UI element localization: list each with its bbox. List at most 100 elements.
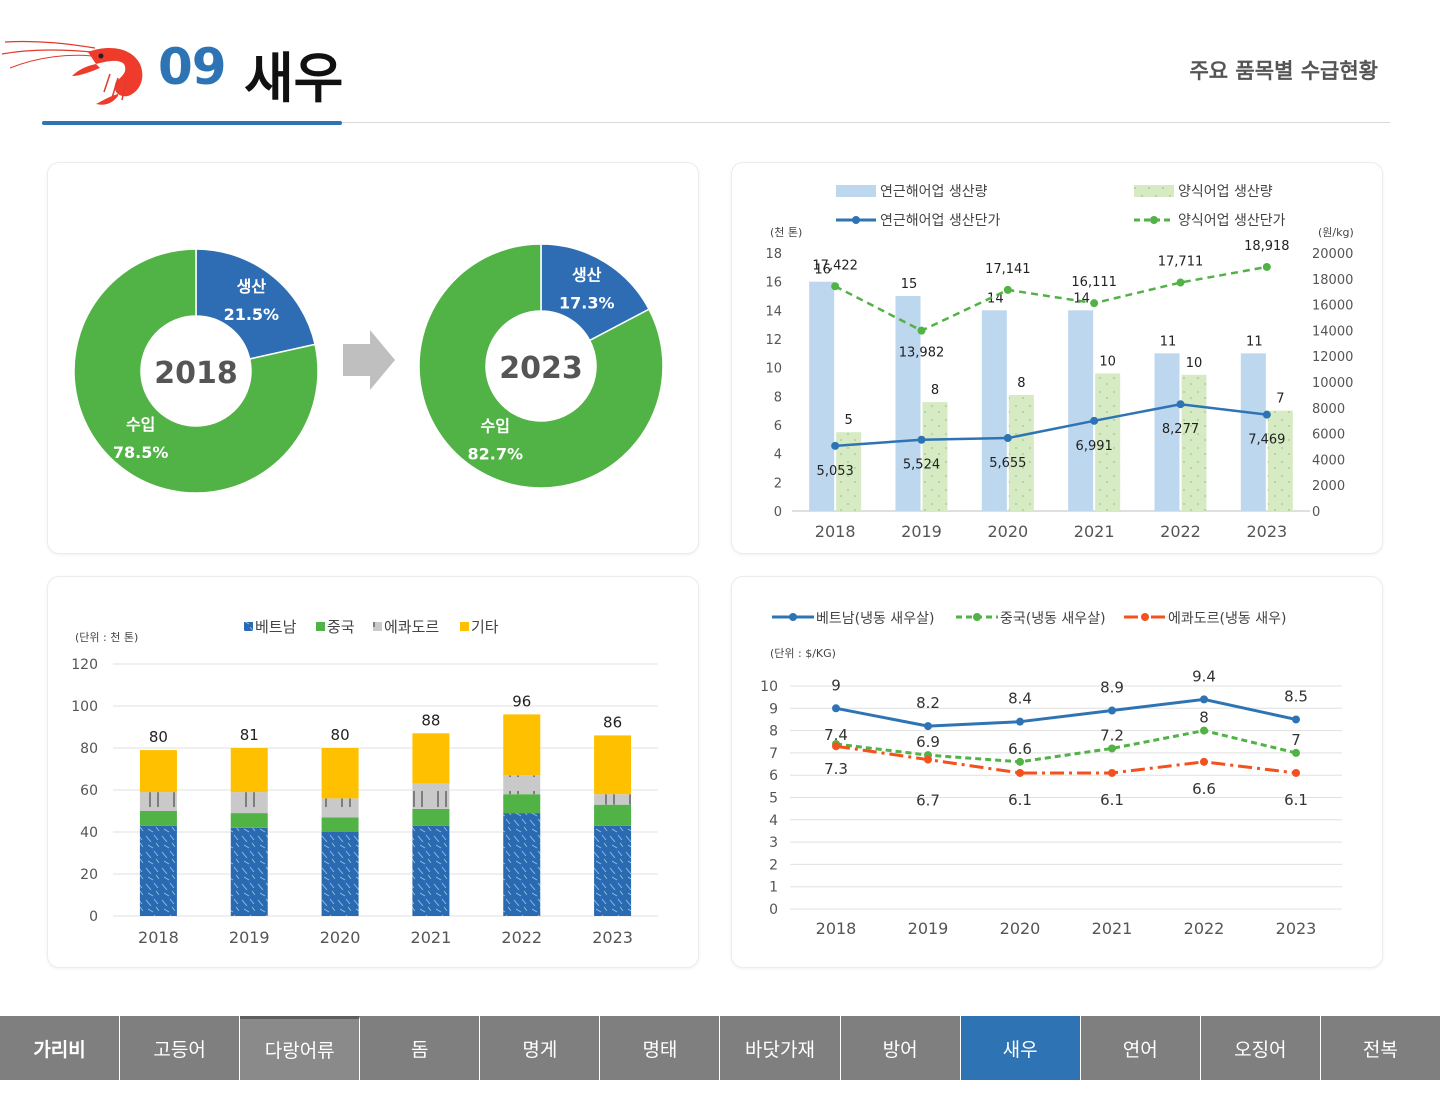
stack-segment-에콰도르 — [230, 792, 268, 814]
x-tick-label: 2019 — [901, 522, 942, 541]
label-coastal-price: 8,277 — [1162, 422, 1199, 437]
donut-label-value: 21.5% — [224, 305, 280, 324]
nav-tab-3[interactable]: 돔 — [360, 1016, 481, 1080]
bar-aquaculture — [1267, 410, 1293, 511]
bar-aquaculture — [922, 402, 948, 511]
y2-tick-label: 2000 — [1312, 479, 1345, 494]
legend-label: 연근해어업 생산단가 — [880, 213, 1000, 229]
nav-tab-2[interactable]: 다랑어류 — [240, 1016, 361, 1080]
point-coastal-price — [917, 435, 926, 444]
y-tick-label: 4 — [774, 448, 782, 463]
nav-tab-6[interactable]: 바닷가재 — [720, 1016, 841, 1080]
y-tick-label: 8 — [774, 390, 782, 405]
y-tick-label: 120 — [71, 657, 98, 673]
stack-segment-기타 — [412, 733, 450, 784]
donut-label-name: 생산 — [572, 265, 602, 284]
legend-label: 양식어업 생산단가 — [1178, 213, 1286, 229]
line-series-1 — [835, 729, 1297, 764]
shrimp-icon — [1, 40, 143, 105]
nav-tab-9[interactable]: 연어 — [1080, 1016, 1201, 1080]
bar-coastal — [895, 296, 921, 511]
y-tick-label: 8 — [769, 724, 778, 740]
y2-tick-label: 4000 — [1312, 453, 1345, 468]
y-tick-label: 10 — [765, 362, 782, 377]
y-tick-label: 14 — [765, 304, 782, 319]
page-header: 09 새우 주요 품목별 수급현황 — [0, 0, 1440, 130]
nav-tab-8[interactable]: 새우 — [960, 1016, 1081, 1080]
donut-2018: 생산 21.5% 수입 78.5% 2018 — [73, 248, 319, 494]
value-label-series-1: 7.2 — [1100, 726, 1124, 744]
label-aquaculture-price: 17,711 — [1158, 255, 1204, 270]
nav-tab-11[interactable]: 전복 — [1320, 1016, 1440, 1080]
stack-segment-기타 — [594, 735, 632, 795]
donut-2023: 생산 17.3% 수입 82.7% 2023 — [418, 243, 664, 489]
legend-marker — [852, 216, 860, 224]
right-axis-unit: (원/kg) — [1318, 226, 1354, 239]
x-tick-label: 2018 — [815, 522, 856, 541]
point-series-0 — [924, 722, 932, 731]
point-series-2 — [924, 755, 932, 764]
point-series-0 — [1200, 695, 1208, 704]
y-tick-label: 6 — [769, 768, 778, 784]
stack-segment-베트남 — [594, 825, 632, 916]
bar-label-coastal: 15 — [901, 277, 918, 292]
y-tick-label: 5 — [769, 791, 778, 807]
value-label-series-0: 8.4 — [1008, 690, 1032, 708]
stack-segment-중국 — [321, 817, 359, 832]
y-tick-label: 0 — [774, 505, 782, 520]
point-series-1 — [1200, 726, 1208, 735]
point-series-1 — [1016, 757, 1024, 766]
label-aquaculture-price: 16,111 — [1071, 275, 1117, 290]
y2-tick-label: 6000 — [1312, 428, 1345, 443]
y-tick-label: 20 — [80, 867, 98, 883]
bar-label-aquaculture: 10 — [1099, 354, 1116, 369]
stack-segment-중국 — [594, 804, 632, 826]
legend-label: 베트남 — [255, 618, 297, 636]
x-tick-label: 2020 — [320, 928, 361, 947]
value-label-series-0: 8.2 — [916, 694, 940, 712]
bar-label-aquaculture: 8 — [931, 383, 939, 398]
x-tick-label: 2019 — [908, 919, 949, 938]
point-coastal-price — [1262, 410, 1271, 419]
value-label-series-1: 6.9 — [916, 733, 940, 751]
point-series-2 — [1292, 768, 1300, 777]
y-tick-label: 9 — [769, 701, 778, 717]
stack-segment-에콰도르 — [321, 798, 359, 818]
value-label-series-0: 8.9 — [1100, 679, 1124, 697]
y2-tick-label: 10000 — [1312, 376, 1353, 391]
value-label-series-2: 6.7 — [916, 792, 940, 810]
y-tick-label: 10 — [760, 679, 778, 695]
legend-label: 중국 — [327, 618, 355, 636]
y2-tick-label: 16000 — [1312, 299, 1353, 314]
point-series-1 — [1292, 748, 1300, 757]
y-tick-label: 3 — [769, 835, 778, 851]
donut-label-value: 82.7% — [467, 445, 523, 464]
point-series-0 — [1292, 715, 1300, 724]
y-tick-label: 80 — [80, 741, 98, 757]
donut-label-value: 78.5% — [113, 443, 169, 462]
point-series-2 — [1016, 768, 1024, 777]
value-label-series-0: 8.5 — [1284, 687, 1308, 705]
bar-coastal — [1068, 310, 1094, 511]
point-aquaculture-price — [831, 282, 840, 291]
x-tick-label: 2021 — [411, 928, 452, 947]
nav-tab-5[interactable]: 명태 — [600, 1016, 721, 1080]
nav-tab-1[interactable]: 고등어 — [120, 1016, 241, 1080]
value-label-series-2: 6.1 — [1008, 791, 1032, 809]
stack-segment-에콰도르 — [594, 794, 632, 805]
bar-label-coastal: 11 — [1246, 334, 1263, 349]
value-label-series-0: 9 — [831, 676, 841, 694]
domestic-production-panel: 연근해어업 생산량 양식어업 생산량 연근해어업 생산단가 양식어업 생산단가 (천 톤… — [731, 162, 1383, 554]
total-label: 80 — [149, 728, 168, 746]
nav-tab-0[interactable]: 가리비 — [0, 1016, 121, 1080]
x-tick-label: 2020 — [1000, 919, 1041, 938]
value-label-series-0: 9.4 — [1192, 667, 1216, 685]
legend-label: 에콰도르(냉동 새우) — [1168, 611, 1286, 627]
nav-tab-7[interactable]: 방어 — [840, 1016, 961, 1080]
nav-tab-4[interactable]: 명게 — [480, 1016, 601, 1080]
nav-tab-10[interactable]: 오징어 — [1200, 1016, 1321, 1080]
value-label-series-2: 6.1 — [1284, 791, 1308, 809]
y-tick-label: 1 — [769, 880, 778, 896]
line-series-0 — [835, 697, 1297, 728]
y2-tick-label: 0 — [1312, 505, 1320, 520]
